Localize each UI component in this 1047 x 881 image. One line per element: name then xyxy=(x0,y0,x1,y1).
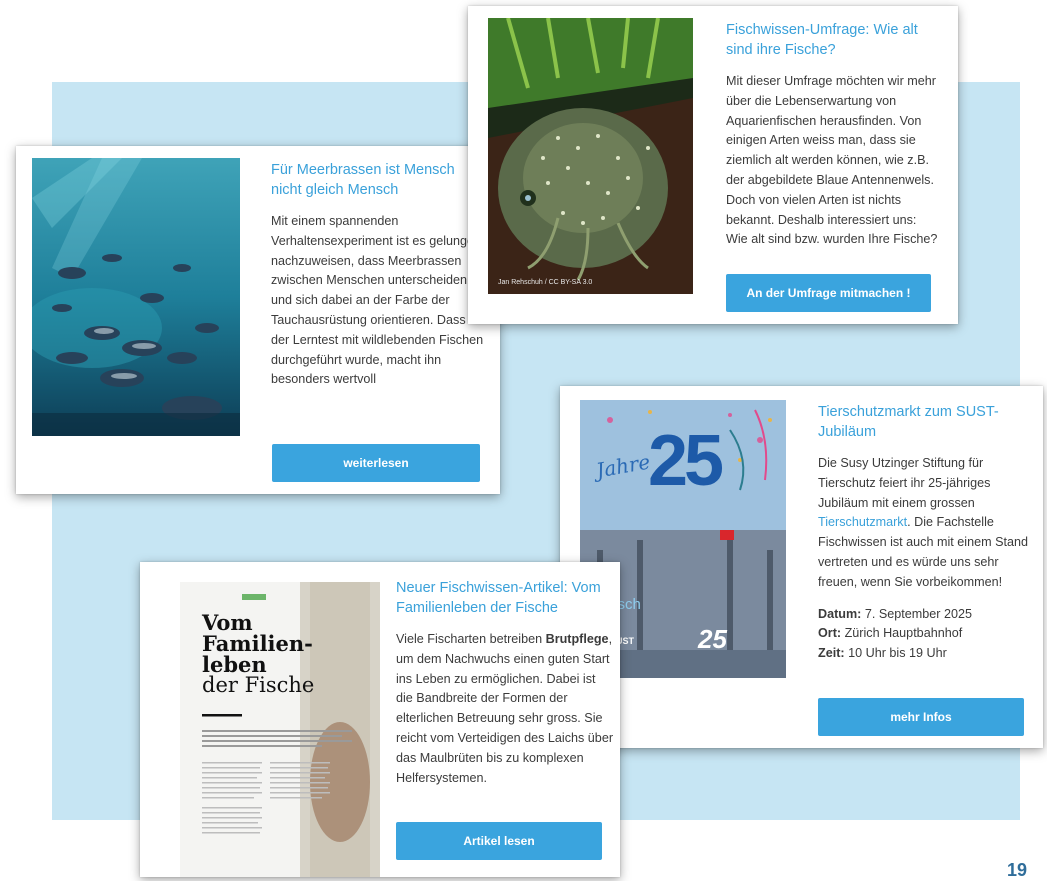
date-value: 7. September 2025 xyxy=(861,606,973,621)
page-number: 19 xyxy=(1006,860,1027,880)
fish-underwater-icon xyxy=(32,158,240,436)
magazine-heading-line-3: leben xyxy=(202,652,267,677)
market-title[interactable]: Tierschutzmarkt zum SUST-Jubiläum xyxy=(818,402,1036,442)
market-body: Die Susy Utzinger Stiftung für Tierschut… xyxy=(818,456,1028,589)
poster-logo-number: 25 xyxy=(698,624,727,654)
article-body-bold: Brutpflege xyxy=(545,632,609,646)
market-more-info-button[interactable]: mehr Infos xyxy=(818,698,1024,736)
survey-participate-button[interactable]: An der Umfrage mitmachen ! xyxy=(726,274,931,312)
card-seabream: Für Meerbrassen ist Mensch nicht gleich … xyxy=(16,146,500,494)
magazine-heading-line-2: Familien- xyxy=(202,631,313,656)
seabream-title[interactable]: Für Meerbrassen ist Mensch nicht gleich … xyxy=(271,160,486,200)
card-market: Jahre 25 fisch SUST 25 Tierschutzmarkt z… xyxy=(560,386,1043,748)
survey-body: Mit dieser Umfrage möchten wir mehr über… xyxy=(726,74,938,247)
catfish-icon xyxy=(488,18,693,294)
market-link[interactable]: Tierschutzmarkt xyxy=(818,515,907,529)
seabream-image xyxy=(32,158,240,436)
seabream-body: Mit einem spannenden Verhaltensexperimen… xyxy=(271,214,484,387)
time-value: 10 Uhr bis 19 Uhr xyxy=(844,646,947,661)
seabream-read-more-button[interactable]: weiterlesen xyxy=(272,444,480,482)
place-value: Zürich Hauptbahnhof xyxy=(841,626,963,641)
magazine-heading-line-4: der Fische xyxy=(202,673,315,697)
article-body: Viele Fischarten betreiben Brutpflege, u… xyxy=(396,632,614,785)
article-read-button[interactable]: Artikel lesen xyxy=(396,822,602,860)
article-title[interactable]: Neuer Fischwissen-Artikel: Vom Familienl… xyxy=(396,578,614,618)
poster-big-number: 25 xyxy=(648,421,724,501)
card-article: Vom Familien- leben der Fische Neuer Fis… xyxy=(140,562,620,877)
time-label: Zeit: xyxy=(818,646,845,661)
magazine-image: Vom Familien- leben der Fische xyxy=(180,582,380,877)
survey-title[interactable]: Fischwissen-Umfrage: Wie alt sind ihre F… xyxy=(726,20,941,60)
market-event-details: Datum: 7. September 2025 Ort: Zürich Hau… xyxy=(818,605,1036,664)
place-label: Ort: xyxy=(818,626,842,641)
date-label: Datum: xyxy=(818,606,862,621)
catfish-image-credit: Jan Rehschuh / CC BY-SA 3.0 xyxy=(498,279,593,286)
magazine-heading: Vom Familien- leben der Fische xyxy=(202,612,314,696)
card-survey: Jan Rehschuh / CC BY-SA 3.0 Fischwissen-… xyxy=(468,6,958,324)
magazine-heading-line-1: Vom xyxy=(202,610,253,635)
catfish-image: Jan Rehschuh / CC BY-SA 3.0 xyxy=(488,18,693,294)
